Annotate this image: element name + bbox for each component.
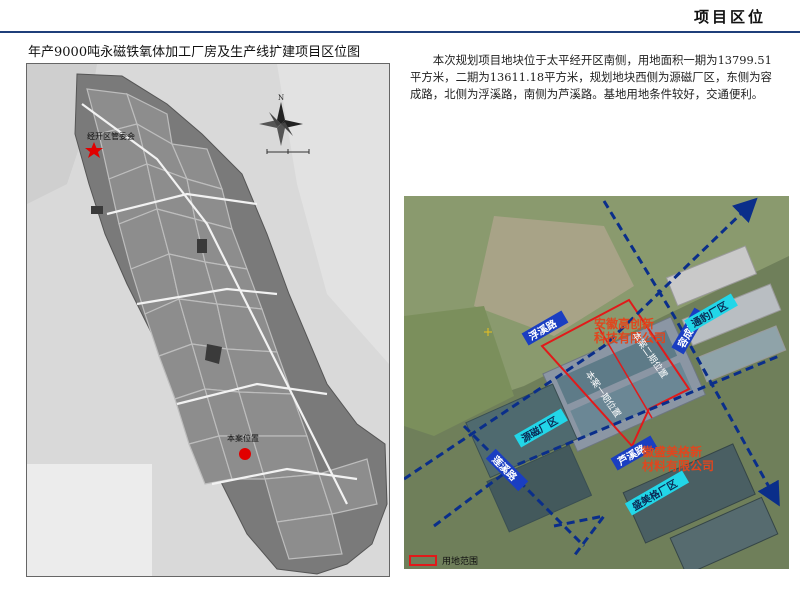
company-label-line: 徽盛美格新 (641, 444, 702, 459)
header-divider (0, 31, 800, 33)
north-label: N (278, 94, 284, 102)
satellite-map: 浮溪路 容成路 芦溪路 莲溪路 通豹厂区 源磁厂区 盛美格厂区 安徽高创新科技有… (404, 196, 789, 569)
company-label-line: 材料有限公司 (641, 458, 714, 473)
project-location-label: 本案位置 (227, 433, 259, 443)
location-map: N 经开区管委会 本案位置 (26, 63, 390, 577)
header-title: 项目区位 (693, 8, 766, 26)
project-location-dot (239, 448, 251, 460)
company-label-line: 科技有限公司 (594, 330, 666, 345)
map-title: 年产9000吨永磁铁氧体加工厂房及生产线扩建项目区位图 (28, 45, 361, 60)
description-block: 本次规划项目地块位于太平经开区南侧，用地面积一期为13799.51平方米，二期为… (410, 52, 774, 103)
committee-label: 经开区管委会 (87, 131, 135, 141)
description-text: 本次规划项目地块位于太平经开区南侧，用地面积一期为13799.51平方米，二期为… (410, 53, 772, 101)
legend-label: 用地范围 (442, 555, 478, 567)
company-label-line: 安徽高创新 (594, 316, 654, 331)
